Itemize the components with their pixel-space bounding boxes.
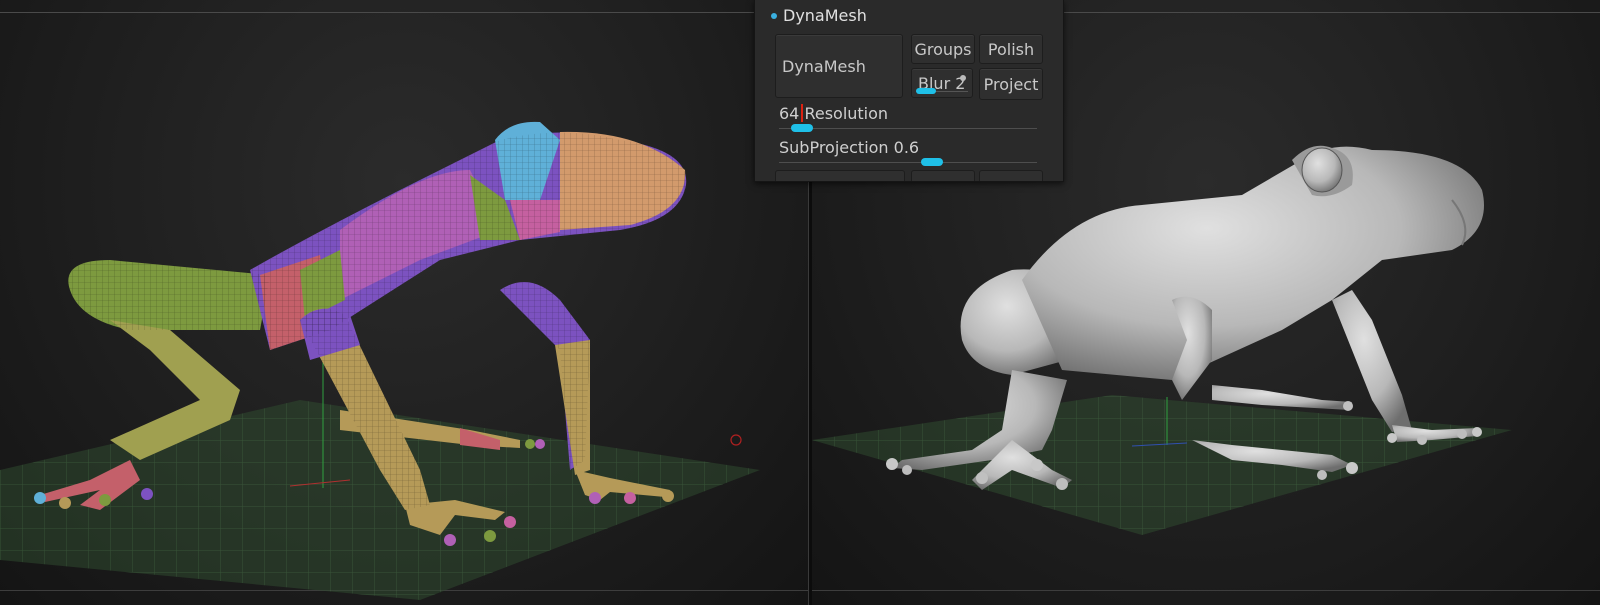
subprojection-slider[interactable]: SubProjection 0.6 (775, 138, 1041, 168)
expanded-dot-icon (771, 12, 777, 19)
dynamesh-button-label: DynaMesh (782, 56, 866, 76)
pivot-marker-icon[interactable] (730, 434, 742, 446)
text-cursor-icon (801, 104, 803, 122)
resolution-text: Resolution (804, 104, 889, 123)
polish-button-label: Polish (987, 39, 1035, 59)
project-button[interactable]: Project (979, 68, 1043, 100)
blur-slider[interactable]: Blur 2 (911, 68, 973, 98)
resolution-label: 64 Resolution (779, 104, 888, 123)
panel-title-text: DynaMesh (783, 6, 867, 25)
dynamesh-button[interactable]: DynaMesh (775, 34, 903, 98)
resolution-slider-track (779, 128, 1037, 129)
resolution-slider-thumb[interactable] (790, 124, 813, 132)
subprojection-slider-track (779, 162, 1037, 163)
polish-button[interactable]: Polish (979, 34, 1043, 64)
blur-knob-icon (960, 75, 966, 81)
dynamesh-panel: DynaMesh DynaMesh Groups Polish Blur 2 P… (754, 0, 1064, 182)
blur-slider-thumb[interactable] (916, 88, 936, 94)
resolution-value: 64 (779, 104, 800, 123)
polygroup-frog-model[interactable] (0, 0, 808, 605)
groups-button[interactable]: Groups (911, 34, 975, 64)
subprojection-label: SubProjection 0.6 (779, 138, 920, 157)
subprojection-slider-thumb[interactable] (920, 158, 943, 166)
project-button-label: Project (983, 74, 1039, 94)
dynamesh-panel-title[interactable]: DynaMesh (771, 6, 867, 25)
viewport-left[interactable] (0, 0, 808, 605)
resolution-slider[interactable]: 64 Resolution (775, 104, 1041, 134)
add-button[interactable] (775, 170, 905, 181)
and-button[interactable] (979, 170, 1043, 181)
groups-button-label: Groups (914, 39, 972, 59)
sub-button[interactable] (911, 170, 975, 181)
